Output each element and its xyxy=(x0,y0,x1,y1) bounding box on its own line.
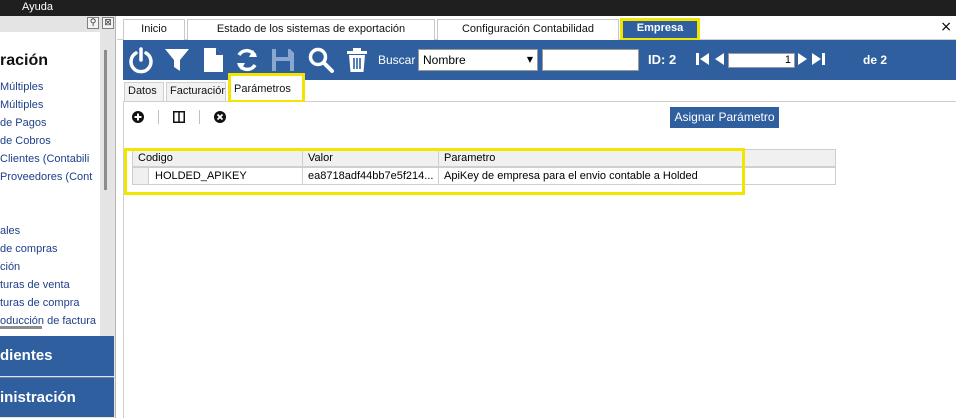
new-document-icon[interactable] xyxy=(199,46,227,74)
sidebar-splitter[interactable] xyxy=(0,326,42,329)
sidebar-item[interactable]: Múltiples xyxy=(0,78,100,96)
add-icon[interactable] xyxy=(132,111,144,123)
column-header-parametro[interactable]: Parametro xyxy=(439,150,837,166)
search-input[interactable] xyxy=(542,49,639,71)
toolbar-divider xyxy=(199,110,200,124)
cell-codigo[interactable]: HOLDED_APIKEY xyxy=(133,168,303,184)
last-page-icon[interactable] xyxy=(811,52,825,66)
tab-datos[interactable]: Datos xyxy=(124,82,164,101)
page-number-input[interactable]: 1 xyxy=(728,53,795,68)
search-field-select[interactable]: Nombre ▼ xyxy=(418,49,538,71)
tab-inicio[interactable]: Inicio xyxy=(123,19,185,40)
next-page-icon[interactable] xyxy=(797,52,808,66)
sidebar-button-pending[interactable]: dientes xyxy=(0,336,114,376)
sidebar-item[interactable]: turas de venta xyxy=(0,276,100,294)
previous-page-icon[interactable] xyxy=(714,52,725,66)
close-panel-icon[interactable]: ⊠ xyxy=(102,17,114,29)
search-field-value: Nombre xyxy=(423,53,466,67)
sidebar: ⚲ ⊠ ración Múltiples Múltiples de Pagos … xyxy=(0,16,116,418)
sidebar-scrollbar[interactable] xyxy=(104,50,107,190)
cell-valor[interactable]: ea8718adf44bb7e5f214... xyxy=(303,168,439,184)
sidebar-item[interactable]: Clientes (Contabili xyxy=(0,150,100,168)
power-icon[interactable] xyxy=(127,46,155,74)
column-header-codigo[interactable]: Codigo xyxy=(133,150,303,166)
column-header-valor[interactable]: Valor xyxy=(303,150,439,166)
sidebar-item[interactable]: de compras xyxy=(0,240,100,258)
tab-empresa[interactable]: Empresa xyxy=(620,18,700,41)
sidebar-item[interactable]: Proveedores (Cont xyxy=(0,168,100,186)
sidebar-item[interactable]: de Cobros xyxy=(0,132,100,150)
grid-toolbar xyxy=(132,110,226,124)
cell-parametro[interactable]: ApiKey de empresa para el envio contable… xyxy=(439,168,837,184)
delete-icon[interactable] xyxy=(343,46,371,74)
remove-icon[interactable] xyxy=(214,111,226,123)
pin-icon[interactable]: ⚲ xyxy=(87,17,99,29)
sidebar-item[interactable]: Múltiples xyxy=(0,96,100,114)
sidebar-header: ⚲ ⊠ xyxy=(0,16,115,32)
main-area: Inicio Estado de los sistemas de exporta… xyxy=(117,16,956,418)
parameters-panel: Asignar Parámetro Codigo Valor Parametro… xyxy=(123,102,956,418)
menu-bar: Ayuda xyxy=(0,0,956,16)
sidebar-button-administration[interactable]: inistración xyxy=(0,377,114,417)
sub-tabs: Datos Facturación Parámetros xyxy=(123,73,956,103)
refresh-icon[interactable] xyxy=(233,46,261,74)
chevron-down-icon: ▼ xyxy=(526,55,533,64)
first-page-icon[interactable] xyxy=(696,52,710,66)
record-id-label: ID: 2 xyxy=(648,52,677,67)
sidebar-item[interactable]: ales xyxy=(0,222,100,240)
columns-icon[interactable] xyxy=(173,111,185,123)
close-icon[interactable]: × xyxy=(940,19,952,35)
sidebar-section-title: ración xyxy=(0,52,49,69)
tab-configuracion-contabilidad[interactable]: Configuración Contabilidad xyxy=(437,19,619,40)
page-total-label: de 2 xyxy=(863,53,888,67)
sidebar-item[interactable]: turas de compra xyxy=(0,294,100,312)
table-row[interactable]: HOLDED_APIKEY ea8718adf44bb7e5f214... Ap… xyxy=(132,167,836,185)
sidebar-items: Múltiples Múltiples de Pagos de Cobros C… xyxy=(0,78,100,330)
tab-facturacion[interactable]: Facturación xyxy=(166,82,226,101)
sidebar-item[interactable]: ción xyxy=(0,258,100,276)
tab-parametros[interactable]: Parámetros xyxy=(228,73,305,103)
search-icon[interactable] xyxy=(307,46,335,74)
top-tabs: Inicio Estado de los sistemas de exporta… xyxy=(117,16,956,41)
parameters-grid: Codigo Valor Parametro HOLDED_APIKEY ea8… xyxy=(124,130,836,195)
toolbar-divider xyxy=(158,110,159,124)
save-icon[interactable] xyxy=(269,46,297,74)
grid-header-row: Codigo Valor Parametro xyxy=(132,149,836,167)
search-label: Buscar xyxy=(378,53,416,67)
assign-parameter-button[interactable]: Asignar Parámetro xyxy=(670,107,779,128)
sidebar-panel: ración Múltiples Múltiples de Pagos de C… xyxy=(0,32,107,336)
menu-help[interactable]: Ayuda xyxy=(22,1,53,13)
tab-estado-exportacion[interactable]: Estado de los sistemas de exportación xyxy=(187,19,435,40)
filter-icon[interactable] xyxy=(163,46,191,74)
sidebar-item[interactable]: de Pagos xyxy=(0,114,100,132)
